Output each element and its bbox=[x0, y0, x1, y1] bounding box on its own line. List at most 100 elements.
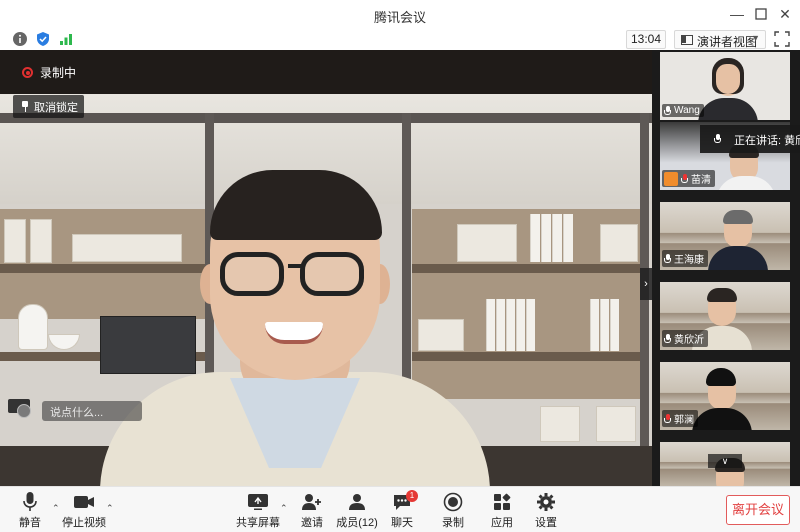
participant-face bbox=[716, 64, 740, 94]
stage-header: 录制中 bbox=[0, 50, 652, 94]
participant-name: 王海康 bbox=[674, 255, 704, 266]
meeting-toolbar: 静音 ⌃ 停止视频 ⌃ 共享屏幕 ⌃ 邀请 成员(12) 1 聊天 录制 应用 … bbox=[0, 486, 800, 532]
active-speaker-tooltip: 正在讲话: 黄欣沂 bbox=[700, 125, 800, 153]
title-bar: 腾讯会议 — ✕ bbox=[0, 0, 800, 28]
participant-name: 郭澜 bbox=[674, 415, 694, 426]
stop-video-button[interactable]: 停止视频 bbox=[60, 490, 108, 530]
participant-name-tag: 王海康 bbox=[662, 250, 708, 267]
quick-chat-input[interactable]: 说点什么... bbox=[42, 401, 142, 421]
glasses-lens bbox=[220, 252, 284, 296]
participant-hair bbox=[723, 210, 753, 224]
participant-hair bbox=[707, 288, 737, 302]
scroll-down-button[interactable]: ∨ bbox=[708, 454, 742, 468]
view-mode-label: 演讲者视图 bbox=[697, 35, 758, 49]
participant-tile[interactable]: Wang bbox=[660, 52, 790, 120]
apps-icon bbox=[478, 490, 526, 514]
avatar bbox=[664, 171, 678, 186]
shield-icon[interactable] bbox=[35, 31, 51, 47]
participant-tile[interactable]: 王海康 bbox=[660, 202, 790, 270]
record-icon bbox=[429, 490, 477, 514]
participant-name: 苗清 bbox=[691, 175, 711, 186]
apps-label: 应用 bbox=[491, 517, 513, 529]
shelf-box bbox=[4, 219, 26, 263]
share-screen-button[interactable]: 共享屏幕 bbox=[234, 490, 282, 530]
leave-meeting-button[interactable]: 离开会议 bbox=[726, 495, 790, 525]
video-camera-icon bbox=[60, 490, 108, 514]
background-beam bbox=[0, 113, 652, 123]
close-icon[interactable]: ✕ bbox=[775, 4, 795, 24]
chevron-down-icon: ▼ bbox=[751, 33, 760, 43]
pin-icon bbox=[21, 101, 29, 112]
recording-label: 录制中 bbox=[40, 66, 77, 80]
record-button[interactable]: 录制 bbox=[429, 490, 477, 530]
share-screen-icon bbox=[234, 490, 282, 514]
add-user-icon bbox=[288, 490, 336, 514]
invite-button[interactable]: 邀请 bbox=[288, 490, 336, 530]
speaker-video bbox=[0, 94, 652, 486]
settings-button[interactable]: 设置 bbox=[522, 490, 570, 530]
info-icon[interactable] bbox=[12, 31, 28, 47]
stop-video-label: 停止视频 bbox=[62, 517, 106, 529]
microphone-icon bbox=[664, 253, 671, 264]
active-speaker-text: 正在讲话: 黄欣沂 bbox=[734, 135, 800, 147]
smile bbox=[265, 322, 323, 344]
settings-label: 设置 bbox=[535, 517, 557, 529]
microphone-icon bbox=[664, 105, 671, 116]
record-icon bbox=[22, 67, 33, 78]
glasses-bridge bbox=[288, 264, 302, 268]
maximize-icon[interactable] bbox=[751, 4, 771, 24]
chevron-up-icon[interactable]: ⌃ bbox=[106, 503, 114, 514]
mute-button[interactable]: 静音 bbox=[6, 490, 54, 530]
microphone-icon bbox=[664, 333, 671, 344]
microphone-icon bbox=[6, 490, 54, 514]
record-label: 录制 bbox=[442, 517, 464, 529]
book bbox=[541, 214, 551, 262]
unread-badge: 1 bbox=[406, 490, 418, 502]
layout-icon bbox=[681, 35, 693, 45]
avatar bbox=[17, 404, 31, 418]
vase bbox=[18, 304, 48, 350]
microphone-muted-icon bbox=[664, 413, 671, 424]
gear-icon bbox=[522, 490, 570, 514]
chevron-up-icon[interactable]: ⌃ bbox=[280, 503, 288, 514]
mute-label: 静音 bbox=[19, 517, 41, 529]
members-button[interactable]: 成员(12) bbox=[333, 490, 381, 530]
view-mode-dropdown[interactable]: 演讲者视图 ▼ bbox=[674, 30, 766, 49]
book bbox=[530, 214, 540, 262]
participant-name-tag: 黄欣沂 bbox=[662, 330, 708, 347]
signal-icon[interactable] bbox=[58, 31, 74, 47]
main-video-stage[interactable]: 录制中 取消锁定 说点什么... › bbox=[0, 50, 652, 486]
unpin-label: 取消锁定 bbox=[34, 101, 78, 114]
participant-gallery: Wang 苗清 王海康 黄欣沂 郭澜 ∨ bbox=[652, 50, 800, 486]
book bbox=[610, 299, 619, 351]
participant-tile[interactable]: 郭澜 bbox=[660, 362, 790, 430]
unpin-button[interactable]: 取消锁定 bbox=[13, 95, 84, 118]
chevron-up-icon[interactable]: ⌃ bbox=[52, 503, 60, 514]
shelf-box bbox=[30, 219, 52, 263]
shelf-box bbox=[596, 406, 636, 442]
minimize-icon[interactable]: — bbox=[727, 4, 747, 24]
status-bar: 13:04 演讲者视图 ▼ bbox=[0, 28, 800, 50]
apps-button[interactable]: 应用 bbox=[478, 490, 526, 530]
hair bbox=[210, 170, 382, 240]
glasses-lens bbox=[300, 252, 364, 296]
participant-tile[interactable]: 黄欣沂 bbox=[660, 282, 790, 350]
participant-tile[interactable]: ∨ bbox=[660, 442, 790, 486]
microphone-muted-icon bbox=[681, 173, 688, 184]
book bbox=[590, 299, 599, 351]
shelf-box bbox=[540, 406, 580, 442]
fullscreen-icon[interactable] bbox=[774, 31, 790, 47]
participant-name: 黄欣沂 bbox=[674, 335, 704, 346]
chat-label: 聊天 bbox=[391, 517, 413, 529]
chat-button[interactable]: 1 聊天 bbox=[378, 490, 426, 530]
book bbox=[552, 214, 562, 262]
share-screen-label: 共享屏幕 bbox=[236, 517, 280, 529]
users-icon bbox=[333, 490, 381, 514]
participant-name-tag: 苗清 bbox=[662, 170, 715, 187]
collapse-panel-button[interactable]: › bbox=[640, 268, 652, 300]
meeting-clock: 13:04 bbox=[626, 30, 666, 49]
recording-indicator: 录制中 bbox=[22, 64, 76, 81]
speaker-figure bbox=[60, 170, 530, 486]
window-title: 腾讯会议 bbox=[373, 10, 426, 25]
book bbox=[600, 299, 609, 351]
